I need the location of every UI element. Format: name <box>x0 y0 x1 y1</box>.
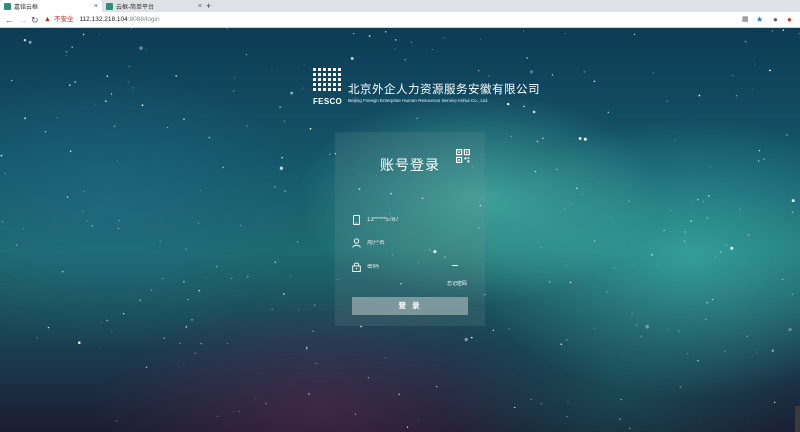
bookmark-star-icon[interactable]: ★ <box>756 14 763 26</box>
phone-icon <box>353 215 360 225</box>
reload-icon[interactable]: ↻ <box>31 14 39 26</box>
scrollbar-handle[interactable] <box>795 406 800 432</box>
site-favicon-icon <box>4 2 11 10</box>
show-password-icon[interactable] <box>452 265 458 266</box>
login-card: 账号登录 13*****5787 用户名 忘记密码 登 录 <box>335 132 485 326</box>
tab-yunkuang[interactable]: 云框-简单平台 × <box>102 0 206 12</box>
new-tab-button[interactable]: + <box>206 0 211 12</box>
browser-toolbar: ← → ↻ ▲ 不安全 112.132.218.104 :8088/login … <box>0 12 800 28</box>
forward-arrow-icon[interactable]: → <box>18 14 27 26</box>
tab-title: 嘉铭云框 <box>14 4 39 11</box>
login-button[interactable]: 登 录 <box>352 297 468 315</box>
url-path: :8088/login <box>127 16 160 23</box>
not-secure-label[interactable]: 不安全 <box>54 14 74 26</box>
password-field <box>352 259 470 275</box>
tab-close-icon[interactable]: × <box>94 3 98 10</box>
site-favicon-icon <box>106 2 113 10</box>
translate-icon[interactable]: ▦ <box>742 14 749 26</box>
back-arrow-icon[interactable]: ← <box>5 14 14 26</box>
fesco-logo-icon <box>313 68 341 91</box>
logo-wordmark: FESCO <box>313 97 343 106</box>
phone-field <box>352 212 470 228</box>
browser-tab-strip: 嘉铭云框 × 云框-简单平台 × + <box>0 0 800 12</box>
brand-header: FESCO 北京外企人力资源服务安徽有限公司 Beijing Foreign E… <box>313 68 540 108</box>
login-page-background: FESCO 北京外企人力资源服务安徽有限公司 Beijing Foreign E… <box>0 28 800 432</box>
forgot-password-link[interactable]: 忘记密码 <box>447 280 467 287</box>
url-host: 112.132.218.104 <box>79 16 128 23</box>
user-icon <box>352 238 361 248</box>
password-input[interactable] <box>367 264 463 270</box>
tab-jiaming[interactable]: 嘉铭云框 × <box>0 0 102 12</box>
username-field <box>352 235 470 251</box>
account-avatar-icon[interactable]: ● <box>773 14 778 26</box>
qr-code-icon[interactable] <box>456 149 470 163</box>
lock-icon <box>352 262 361 272</box>
tab-title: 云框-简单平台 <box>116 4 154 11</box>
warning-triangle-icon: ▲ <box>44 16 51 23</box>
username-input[interactable] <box>367 240 463 246</box>
company-name-en: Beijing Foreign Enterprise Human Resourc… <box>348 98 489 103</box>
extension-icon[interactable]: ● <box>787 14 792 26</box>
tab-close-icon[interactable]: × <box>198 3 202 10</box>
address-bar[interactable]: ▲ 不安全 112.132.218.104 :8088/login <box>44 14 160 26</box>
phone-input[interactable] <box>367 217 463 223</box>
company-name-cn: 北京外企人力资源服务安徽有限公司 <box>348 84 540 96</box>
